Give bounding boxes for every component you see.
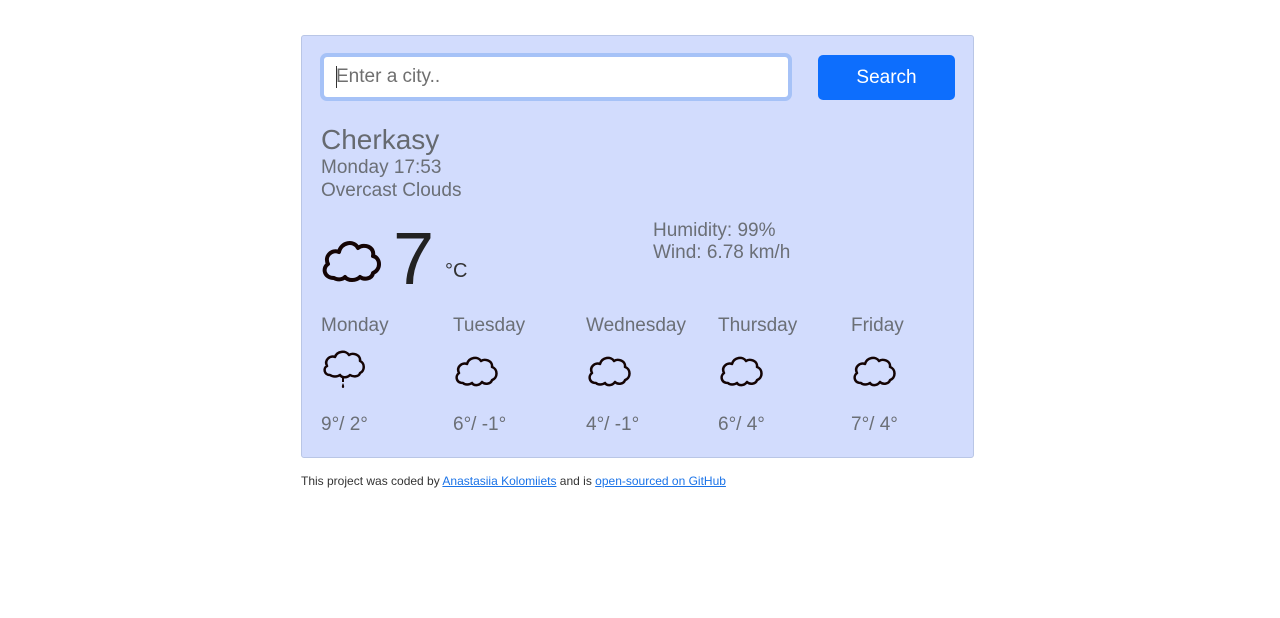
- author-link[interactable]: Anastasiia Kolomiiets: [442, 474, 556, 488]
- wind-text: Wind: 6.78 km/h: [653, 242, 791, 263]
- temperature-unit: °C: [445, 260, 468, 282]
- forecast-day-name: Monday: [321, 315, 389, 336]
- forecast-day-thursday: Thursday 6°/ 4°: [718, 315, 848, 445]
- humidity-text: Humidity: 99%: [653, 220, 776, 241]
- forecast-day-name: Friday: [851, 315, 904, 336]
- forecast-temps: 9°/ 2°: [321, 414, 368, 435]
- weather-description: Overcast Clouds: [321, 180, 462, 201]
- cloud-icon: [588, 356, 631, 387]
- forecast-day-name: Tuesday: [453, 315, 526, 336]
- cloud-icon: [720, 356, 763, 387]
- footer-text: This project was coded by: [301, 474, 443, 488]
- forecast-temps: 7°/ 4°: [851, 414, 898, 435]
- text-caret: [336, 66, 337, 88]
- search-button[interactable]: Search: [818, 55, 955, 100]
- forecast-day-name: Wednesday: [586, 315, 686, 336]
- forecast-day-friday: Friday 7°/ 4°: [851, 315, 981, 445]
- cloud-icon: [455, 356, 498, 387]
- forecast-temps: 6°/ -1°: [453, 414, 507, 435]
- forecast-day-wednesday: Wednesday 4°/ -1°: [586, 315, 716, 445]
- github-link[interactable]: open-sourced on GitHub: [595, 474, 726, 488]
- forecast-temps: 6°/ 4°: [718, 414, 765, 435]
- forecast-temps: 4°/ -1°: [586, 414, 640, 435]
- cloud-icon: [853, 356, 896, 387]
- city-name: Cherkasy: [321, 124, 440, 155]
- forecast-day-name: Thursday: [718, 315, 798, 336]
- temperature-value: 7: [393, 217, 435, 300]
- forecast-day-monday: Monday 9°/ 2°: [321, 315, 451, 445]
- city-search-input[interactable]: [320, 53, 792, 101]
- footer-text-middle: and is: [556, 474, 596, 488]
- current-datetime: Monday 17:53: [321, 157, 442, 178]
- forecast-day-tuesday: Tuesday 6°/ -1°: [453, 315, 583, 445]
- footer: This project was coded by Anastasiia Kol…: [301, 474, 726, 488]
- rain-cloud-icon: [323, 350, 365, 388]
- weather-card: Search Cherkasy Monday 17:53 Overcast Cl…: [301, 35, 974, 458]
- cloud-icon: [322, 241, 381, 282]
